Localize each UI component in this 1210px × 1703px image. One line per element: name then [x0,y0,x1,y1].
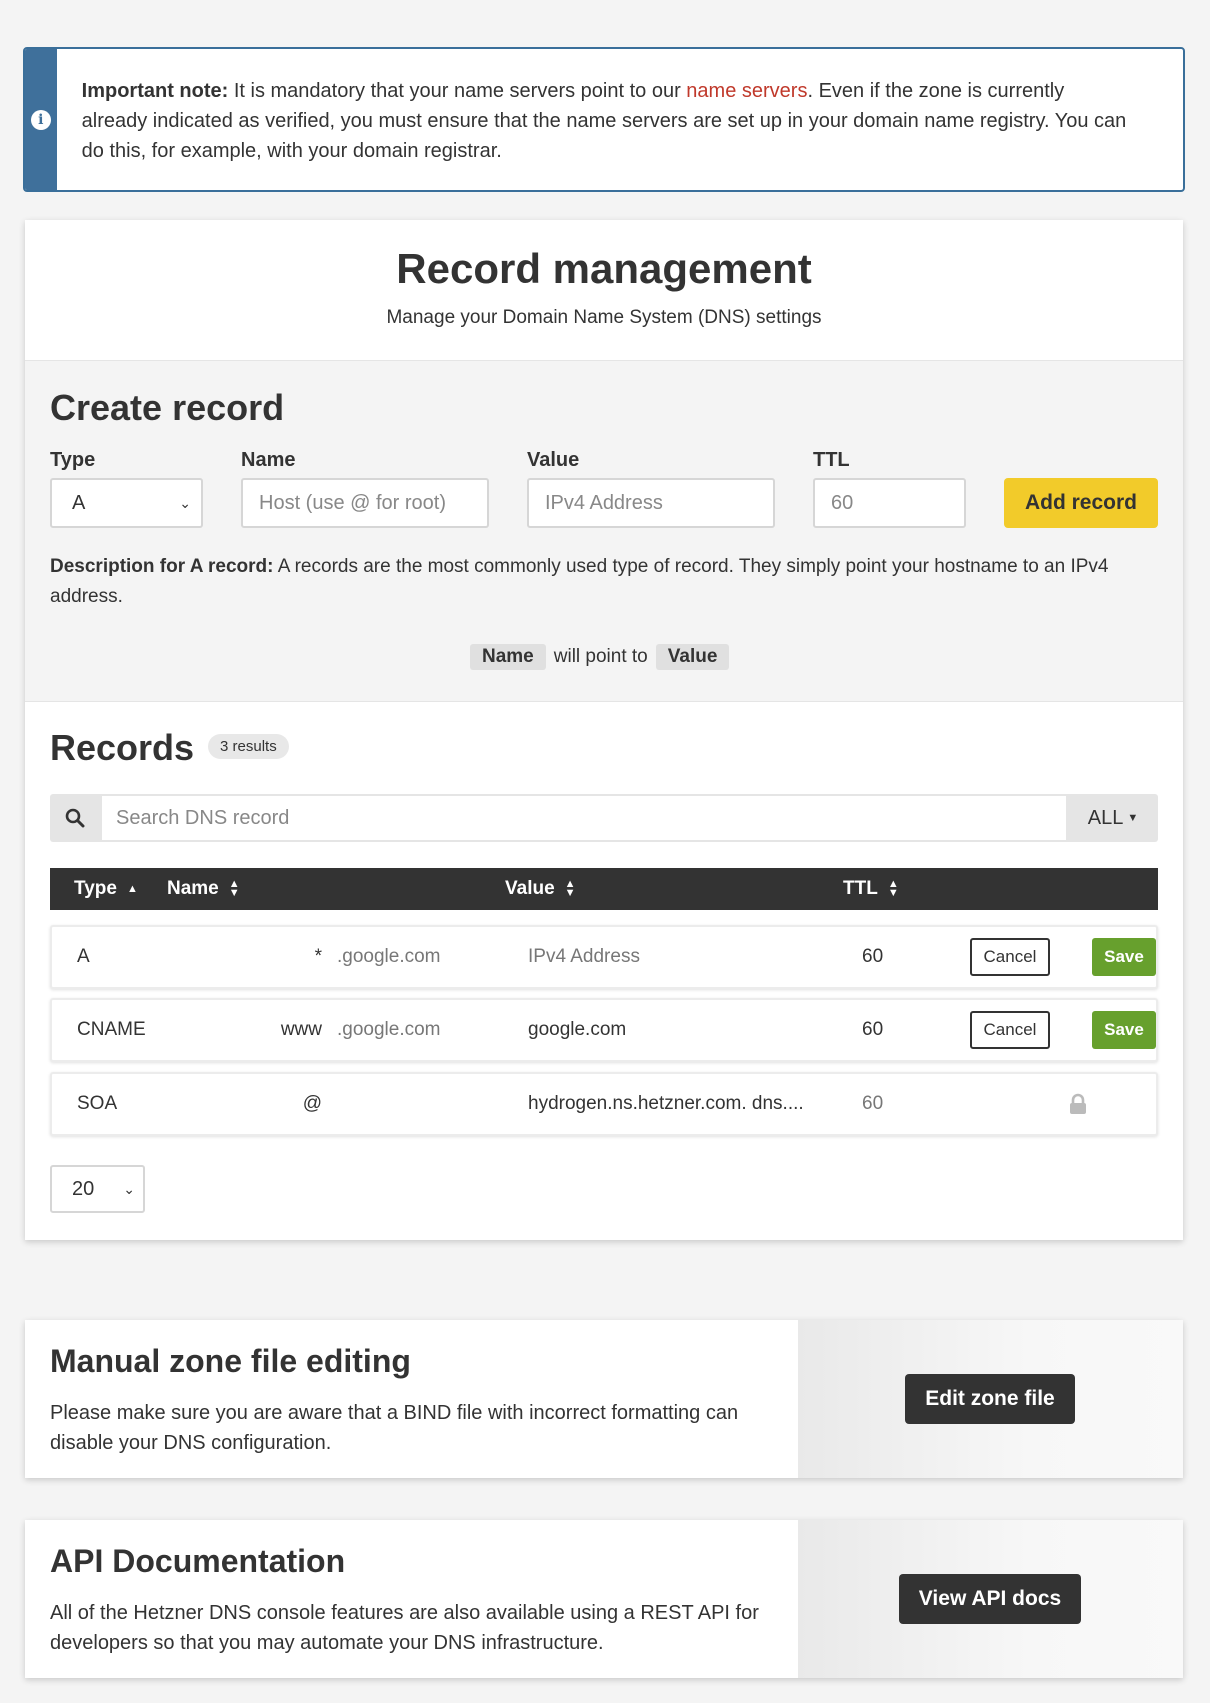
save-button[interactable]: Save [1092,938,1156,976]
type-select-value: A [72,491,86,514]
pointer-text: will point to [553,646,648,667]
chevron-down-icon: ⌄ [179,494,191,511]
info-icon: i [30,109,51,130]
sort-name[interactable]: Name ▲ ▼ [167,868,240,910]
description-label: Description for A record: [50,556,274,577]
zone-file-card: Manual zone file editing Please make sur… [25,1320,1183,1478]
record-type: A [77,946,90,967]
page-size-value: 20 [72,1177,95,1200]
record-ttl[interactable]: 60 [862,927,883,987]
record-suffix: .google.com [337,1019,441,1040]
search-bar: Search DNS record ALL ▼ [50,794,1158,842]
record-management-card: Record management Manage your Domain Nam… [25,220,1183,1240]
save-button[interactable]: Save [1092,1011,1156,1049]
page-subtitle: Manage your Domain Name System (DNS) set… [386,307,822,328]
ttl-input[interactable]: 60 [813,478,966,528]
name-chip: Name [470,644,546,670]
record-description: Description for A record: A records are … [50,552,1158,612]
caret-down-icon: ▼ [1127,812,1139,824]
lock-icon [1068,1074,1088,1134]
page-title: Record management [396,245,812,292]
value-column-header: Value [505,878,555,899]
search-input[interactable]: Search DNS record [100,794,1068,842]
record-name: @ [302,1093,322,1114]
records-title: Records [50,727,195,768]
name-input[interactable]: Host (use @ for root) [241,478,489,528]
add-record-button[interactable]: Add record [1004,478,1158,528]
sort-icon: ▲ ▼ [887,878,899,899]
record-value: hydrogen.ns.hetzner.com. dns.... [528,1093,804,1114]
type-label: Type [50,449,96,471]
name-label: Name [241,449,296,471]
chevron-down-icon: ⌄ [123,1180,135,1197]
api-docs-title: API Documentation [50,1543,346,1579]
record-value[interactable]: google.com [528,1000,626,1060]
table-row: SOA @ hydrogen.ns.hetzner.com. dns.... 6… [50,1072,1158,1136]
zone-file-text: Please make sure you are aware that a BI… [50,1402,739,1454]
sort-type[interactable]: Type ▲ [74,868,138,910]
record-type: CNAME [77,1019,146,1040]
record-value[interactable]: IPv4 Address [528,927,640,987]
create-record-title: Create record [50,387,285,428]
sort-icon: ▲ ▼ [564,878,576,899]
cancel-button[interactable]: Cancel [970,1011,1050,1049]
type-column-header: Type [74,878,117,899]
value-input[interactable]: IPv4 Address [527,478,775,528]
search-icon [50,794,100,842]
note-label: Important note: [81,80,229,102]
note-sidebar: i [25,49,57,190]
ttl-column-header: TTL [843,878,878,899]
type-select[interactable]: A ⌄ [50,478,203,528]
sort-value[interactable]: Value ▲ ▼ [505,868,576,910]
record-suffix: .google.com [337,946,441,967]
pointer-hint: Name will point to Value [470,644,730,670]
note-text-before: It is mandatory that your name servers p… [228,80,687,102]
name-servers-link[interactable]: name servers [686,80,807,102]
record-filter-dropdown[interactable]: ALL ▼ [1068,794,1158,842]
cancel-button[interactable]: Cancel [970,938,1050,976]
note-text: Important note: It is mandatory that you… [57,49,1183,190]
important-note: i Important note: It is mandatory that y… [23,47,1185,192]
view-api-docs-button[interactable]: View API docs [899,1574,1081,1624]
sort-icon: ▲ ▼ [228,878,240,899]
edit-zone-file-button[interactable]: Edit zone file [905,1374,1075,1424]
record-ttl: 60 [862,1093,884,1114]
results-badge: 3 results [208,734,289,759]
record-ttl[interactable]: 60 [862,1000,883,1060]
records-table-header: Type ▲ Name ▲ ▼ Value ▲ ▼ TTL ▲ ▼ [50,868,1158,910]
api-docs-card: API Documentation All of the Hetzner DNS… [25,1520,1183,1678]
record-name[interactable]: www [242,1000,322,1060]
filter-value: ALL [1087,806,1124,829]
value-chip: Value [655,644,730,670]
ttl-label: TTL [813,449,850,471]
record-name[interactable]: * [242,927,322,987]
api-docs-text: All of the Hetzner DNS console features … [50,1602,759,1654]
create-record-section: Create record Type Name Value TTL A ⌄ Ho… [25,360,1183,702]
table-row: A * .google.com IPv4 Address 60 Cancel S… [50,925,1158,989]
sort-asc-icon: ▲ [126,882,138,895]
name-column-header: Name [167,878,219,899]
zone-file-title: Manual zone file editing [50,1343,411,1379]
value-label: Value [527,449,580,471]
page-size-select[interactable]: 20 ⌄ [50,1165,145,1213]
sort-ttl[interactable]: TTL ▲ ▼ [843,868,899,910]
record-type: SOA [77,1093,118,1114]
table-row: CNAME www .google.com google.com 60 Canc… [50,998,1158,1062]
